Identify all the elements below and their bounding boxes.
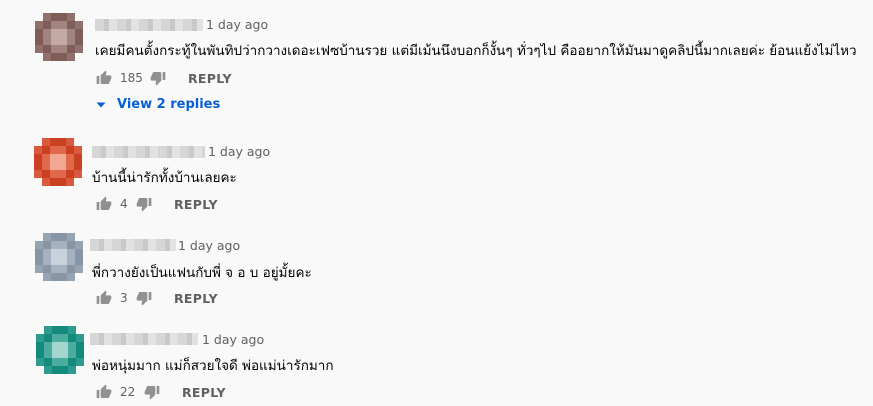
comment-text: บ้านนี้น่ารักทั้งบ้านเลยคะ [92,170,237,186]
thumbs-down-icon[interactable] [144,384,160,400]
like-count: 4 [120,197,128,211]
view-replies-label: View 2 replies [117,97,221,112]
comment-timestamp[interactable]: 1 day ago [202,332,264,347]
reply-button[interactable]: REPLY [174,197,218,212]
author-name-blurred[interactable] [92,146,205,158]
like-count: 3 [120,291,128,305]
comment-actions: 4 REPLY [96,194,218,214]
comment-actions: 3 REPLY [96,288,218,308]
like-count: 22 [120,385,136,399]
reply-button[interactable]: REPLY [182,385,226,400]
chevron-down-icon [96,102,106,107]
like-count: 185 [120,71,143,85]
thumbs-down-icon[interactable] [150,70,166,86]
comment-actions: 185 REPLY [96,68,232,88]
thumbs-down-icon[interactable] [136,196,152,212]
view-replies-button[interactable]: View 2 replies [95,97,220,112]
author-name-blurred[interactable] [95,19,203,31]
thumbs-up-icon[interactable] [96,290,112,306]
reply-button[interactable]: REPLY [174,291,218,306]
comment-timestamp[interactable]: 1 day ago [178,238,240,253]
reply-button[interactable]: REPLY [188,71,232,86]
comment-text: พ่อหนุ่มมาก แม่ก็สวยใจดี พ่อแม่น่ารักมาก [92,358,334,374]
avatar[interactable] [34,138,82,186]
comment-actions: 22 REPLY [96,382,226,402]
avatar[interactable] [35,13,83,61]
comment-text: พี่กวางยังเป็นแฟนกับพี่ จ อ บ อยู่มั้ยคะ [92,265,312,281]
comment-text: เคยมีคนตั้งกระทู้ในพันทิปว่ากวางเดอะเฟซบ… [95,43,857,59]
comment-timestamp[interactable]: 1 day ago [206,17,268,32]
author-name-blurred[interactable] [90,239,176,251]
thumbs-up-icon[interactable] [96,70,112,86]
avatar[interactable] [35,233,83,281]
comment-timestamp[interactable]: 1 day ago [208,144,270,159]
thumbs-up-icon[interactable] [96,196,112,212]
author-name-blurred[interactable] [90,333,198,345]
thumbs-down-icon[interactable] [136,290,152,306]
avatar[interactable] [36,326,84,374]
thumbs-up-icon[interactable] [96,384,112,400]
